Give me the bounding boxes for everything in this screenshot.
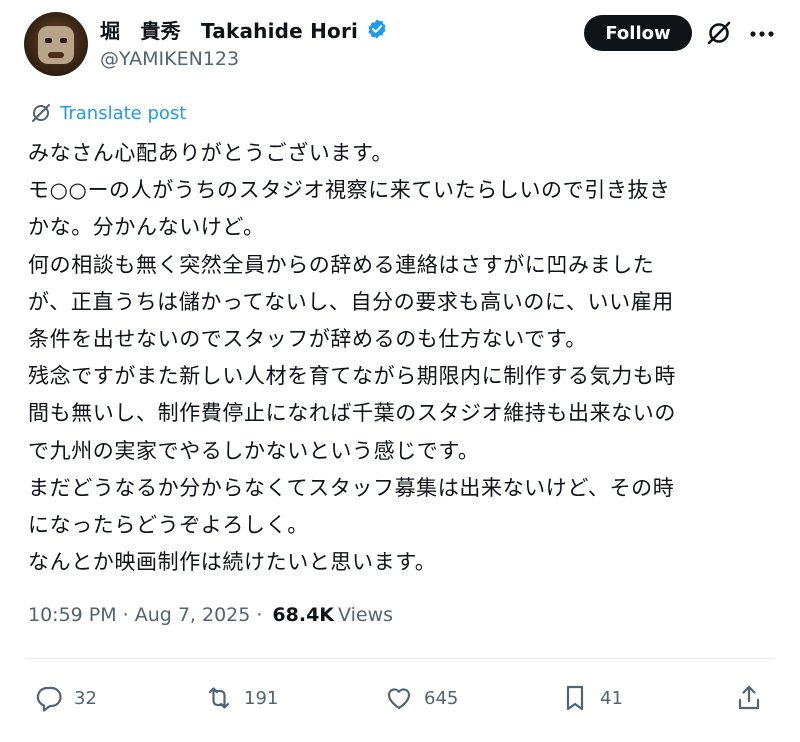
reply-count: 32	[74, 687, 97, 709]
avatar-eye-left	[45, 38, 52, 43]
author-display-name[interactable]: 堀 貴秀 Takahide Hori	[100, 15, 358, 44]
share-button[interactable]	[734, 678, 774, 718]
repost-button[interactable]: 191	[204, 678, 278, 718]
bookmark-icon	[566, 685, 584, 711]
post-time[interactable]: 10:59 PM	[28, 604, 117, 626]
views-count[interactable]: 68.4K	[272, 604, 334, 626]
share-icon	[738, 685, 760, 710]
action-bar: 32 191 645 41	[26, 678, 774, 718]
verified-badge-icon[interactable]	[366, 18, 388, 40]
translate-icon	[32, 104, 50, 122]
grok-icon[interactable]	[706, 20, 732, 46]
post-header: 堀 貴秀 Takahide Hori @YAMIKEN123 Follow	[24, 12, 776, 78]
avatar-mouth	[48, 52, 64, 58]
post-line: モ○○ーの人がうちのスタジオ視察に来ていたらしいので引き抜き	[28, 178, 671, 203]
post-line: 条件を出せないのでスタッフが辞めるのも仕方ないです。	[28, 326, 587, 351]
author-name-row: 堀 貴秀 Takahide Hori	[100, 14, 388, 44]
post-line: 残念ですがまた新しい人材を育てながら期限内に制作する気力も時	[28, 364, 676, 389]
post-line: で九州の実家でやるしかないという感じです。	[28, 438, 480, 463]
reply-button[interactable]: 32	[34, 678, 97, 718]
meta-separator: ·	[122, 604, 129, 626]
divider	[26, 658, 774, 659]
post-line: 何の相談も無く突然全員からの辞める連絡はさすがに凹みました	[28, 252, 655, 277]
meta-separator: ·	[256, 604, 263, 626]
translate-label: Translate post	[60, 102, 187, 124]
post-line: が、正直うちは儲かってないし、自分の要求も高いのに、いい雇用	[28, 289, 674, 314]
more-icon[interactable]	[748, 20, 776, 48]
post-meta: 10:59 PM · Aug 7, 2025 · 68.4K Views	[28, 604, 393, 626]
like-count: 645	[424, 687, 459, 709]
author-handle[interactable]: @YAMIKEN123	[100, 48, 388, 70]
author-info: 堀 貴秀 Takahide Hori @YAMIKEN123	[100, 14, 388, 70]
post-line: になったらどうぞよろしく。	[28, 512, 309, 537]
post-line: かな。分かんないけど。	[28, 215, 265, 240]
repost-count: 191	[244, 687, 279, 709]
post-line: みなさん心配ありがとうございます。	[28, 141, 394, 165]
views-label: Views	[338, 604, 394, 626]
post-date[interactable]: Aug 7, 2025	[135, 604, 251, 626]
reply-icon	[36, 686, 62, 712]
avatar[interactable]	[24, 12, 88, 76]
avatar-eye-right	[60, 38, 67, 43]
heart-icon	[387, 688, 411, 710]
repost-icon	[208, 687, 230, 709]
post-line: 間も無いし、制作費停止になれば千葉のスタジオ維持も出来ないの	[28, 401, 676, 426]
follow-button[interactable]: Follow	[584, 15, 692, 51]
avatar-face	[38, 26, 74, 64]
post-line: まだどうなるか分からなくてスタッフ募集は出来ないけど、その時	[28, 475, 675, 500]
bookmark-button[interactable]: 41	[560, 678, 623, 718]
like-button[interactable]: 645	[384, 678, 458, 718]
bookmark-count: 41	[600, 687, 623, 709]
post-text: みなさん心配ありがとうございます。 モ○○ーの人がうちのスタジオ視察に来ていたら…	[28, 135, 778, 581]
translate-post-link[interactable]: Translate post	[30, 102, 186, 124]
post-line: なんとか映画制作は続けたいと思います。	[28, 550, 437, 575]
